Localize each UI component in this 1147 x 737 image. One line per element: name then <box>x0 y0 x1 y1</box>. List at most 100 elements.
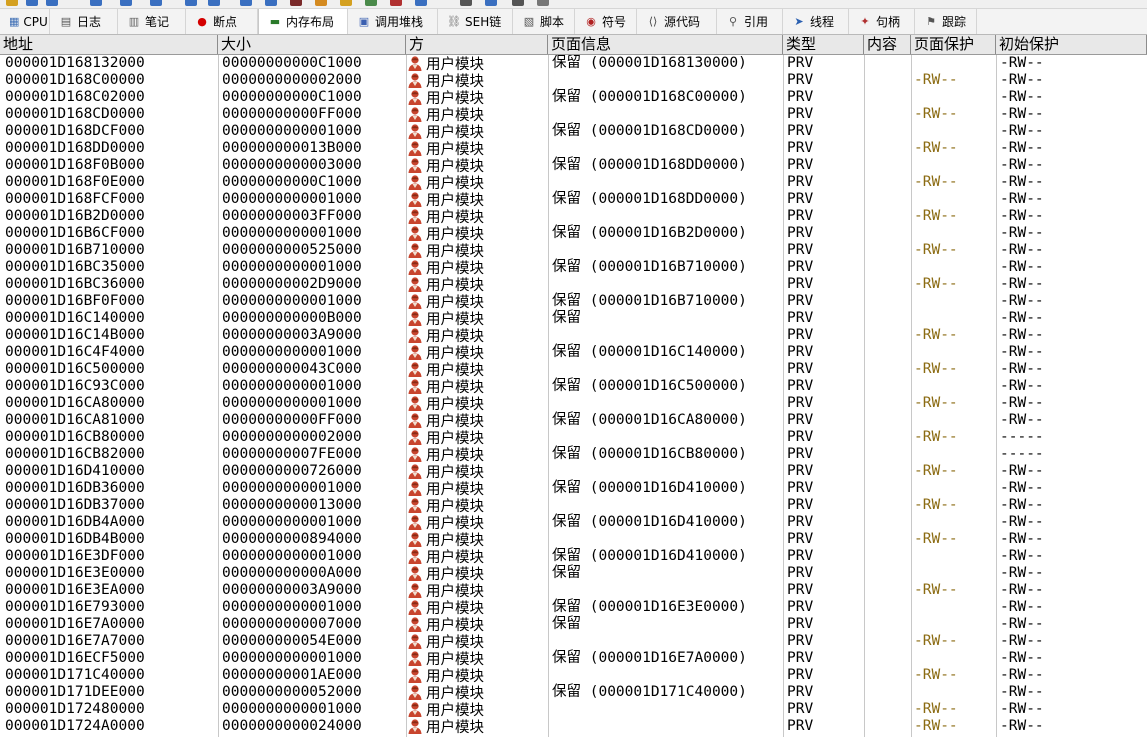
module-cell: 用户模块 <box>407 548 484 566</box>
page-info-cell: 保留 (000001D16C140000) <box>552 344 747 360</box>
table-row[interactable]: 000001D168C02000 00000000000C1000 用户模块 保留 (… <box>0 89 1147 107</box>
table-row[interactable]: 000001D16CB80000 0000000000002000 用户模块 PRV -… <box>0 429 1147 447</box>
table-row[interactable]: 000001D16E3E0000 000000000000A000 用户模块 保留 PR… <box>0 565 1147 583</box>
table-row[interactable]: 000001D168CD0000 00000000000FF000 用户模块 PRV -… <box>0 106 1147 124</box>
tab-source[interactable]: ⟨⟩ 源代码 <box>637 9 717 34</box>
table-row[interactable]: 000001D16BC36000 00000000002D9000 用户模块 PRV -… <box>0 276 1147 294</box>
toolbar-icon[interactable] <box>150 0 162 6</box>
toolbar-icon[interactable] <box>240 0 252 6</box>
tab-script[interactable]: ▧ 脚本 <box>513 9 575 34</box>
tab-log[interactable]: ▤ 日志 <box>50 9 118 34</box>
table-row[interactable]: 000001D16C500000 000000000043C000 用户模块 PRV -… <box>0 361 1147 379</box>
tab-memory-map[interactable]: ▬ 内存布局 <box>258 9 348 34</box>
toolbar-icon[interactable] <box>120 0 132 6</box>
table-row[interactable]: 000001D16B2D0000 00000000003FF000 用户模块 PRV -… <box>0 208 1147 226</box>
table-row[interactable]: 000001D16BC35000 0000000000001000 用户模块 保留 (… <box>0 259 1147 277</box>
toolbar-icon[interactable] <box>265 0 277 6</box>
page-info-cell: 保留 (000001D168C00000) <box>552 89 747 105</box>
page-protect-cell: -RW-- <box>914 208 958 224</box>
toolbar-icon[interactable] <box>46 0 58 6</box>
initial-protect-cell: -RW-- <box>1000 531 1044 547</box>
tab-cpu[interactable]: ▦ CPU <box>0 9 50 34</box>
toolbar-icon[interactable] <box>290 0 302 6</box>
table-row[interactable]: 000001D16B710000 0000000000525000 用户模块 PRV -… <box>0 242 1147 260</box>
tab-breakpoint[interactable]: ● 断点 <box>186 9 258 34</box>
toolbar-icon[interactable] <box>460 0 472 6</box>
table-row[interactable]: 000001D16E3EA000 00000000003A9000 用户模块 PRV -… <box>0 582 1147 600</box>
toolbar-icon[interactable] <box>185 0 197 6</box>
table-row[interactable]: 000001D16C4F4000 0000000000001000 用户模块 保留 (… <box>0 344 1147 362</box>
table-row[interactable]: 000001D16DB37000 0000000000013000 用户模块 PRV -… <box>0 497 1147 515</box>
memory-map-table[interactable]: 000001D168132000 00000000000C1000 用户模块 保留 (… <box>0 55 1147 737</box>
table-row[interactable]: 000001D16E7A7000 000000000054E000 用户模块 PRV -… <box>0 633 1147 651</box>
module-cell: 用户模块 <box>407 191 484 209</box>
table-row[interactable]: 000001D16B6CF000 0000000000001000 用户模块 保留 (… <box>0 225 1147 243</box>
column-header-cell[interactable]: 页面保护 <box>911 35 996 54</box>
address-cell: 000001D16E793000 <box>5 599 145 615</box>
table-row[interactable]: 000001D16E793000 0000000000001000 用户模块 保留 (… <box>0 599 1147 617</box>
address-cell: 000001D16BF0F000 <box>5 293 145 309</box>
tab-trace[interactable]: ⚑ 跟踪 <box>915 9 977 34</box>
tab-callstack[interactable]: ▣ 调用堆栈 <box>348 9 438 34</box>
module-cell: 用户模块 <box>407 599 484 617</box>
column-header-cell[interactable]: 大小 <box>218 35 406 54</box>
table-row[interactable]: 000001D16C14B000 00000000003A9000 用户模块 PRV -… <box>0 327 1147 345</box>
column-header-cell[interactable]: 地址 <box>0 35 218 54</box>
table-row[interactable]: 000001D16DB36000 0000000000001000 用户模块 保留 (… <box>0 480 1147 498</box>
toolbar-icon[interactable] <box>415 0 427 6</box>
tab-handles[interactable]: ✦ 句柄 <box>849 9 915 34</box>
column-header-cell[interactable]: 内容 <box>864 35 911 54</box>
table-row[interactable]: 000001D168DD0000 000000000013B000 用户模块 PRV -… <box>0 140 1147 158</box>
toolbar-icon[interactable] <box>485 0 497 6</box>
toolbar-icon[interactable] <box>390 0 402 6</box>
toolbar-icon[interactable] <box>537 0 549 6</box>
module-cell: 用户模块 <box>407 361 484 379</box>
table-row[interactable]: 000001D16E3DF000 0000000000001000 用户模块 保留 (… <box>0 548 1147 566</box>
column-header-cell[interactable]: 方 <box>406 35 548 54</box>
table-row[interactable]: 000001D168132000 00000000000C1000 用户模块 保留 (… <box>0 55 1147 73</box>
tab-references[interactable]: ⚲ 引用 <box>717 9 783 34</box>
table-row[interactable]: 000001D168FCF000 0000000000001000 用户模块 保留 (… <box>0 191 1147 209</box>
toolbar-icon[interactable] <box>26 0 38 6</box>
table-row[interactable]: 000001D171DEE000 0000000000052000 用户模块 保留 (… <box>0 684 1147 702</box>
toolbar-icon[interactable] <box>340 0 352 6</box>
table-row[interactable]: 000001D16E7A0000 0000000000007000 用户模块 保留 PR… <box>0 616 1147 634</box>
type-cell: PRV <box>787 157 814 173</box>
table-row[interactable]: 000001D1724A0000 0000000000024000 用户模块 PRV -… <box>0 718 1147 736</box>
size-cell: 0000000000007000 <box>222 616 362 632</box>
callstack-icon: ▣ <box>358 14 370 28</box>
table-row[interactable]: 000001D16DB4A000 0000000000001000 用户模块 保留 (… <box>0 514 1147 532</box>
toolbar-icon[interactable] <box>6 0 18 6</box>
column-header-cell[interactable]: 类型 <box>783 35 864 54</box>
table-row[interactable]: 000001D168F0E000 00000000000C1000 用户模块 PRV -… <box>0 174 1147 192</box>
page-info-cell: 保留 (000001D168130000) <box>552 55 747 71</box>
table-row[interactable]: 000001D16C93C000 0000000000001000 用户模块 保留 (… <box>0 378 1147 396</box>
column-header-cell[interactable]: 初始保护 <box>996 35 1147 54</box>
table-row[interactable]: 000001D16D410000 0000000000726000 用户模块 PRV -… <box>0 463 1147 481</box>
toolbar-icon[interactable] <box>208 0 220 6</box>
table-row[interactable]: 000001D16CA80000 0000000000001000 用户模块 PRV -… <box>0 395 1147 413</box>
table-row[interactable]: 000001D171C40000 00000000001AE000 用户模块 PRV -… <box>0 667 1147 685</box>
column-header-cell[interactable]: 页面信息 <box>548 35 783 54</box>
toolbar-icon[interactable] <box>365 0 377 6</box>
type-cell: PRV <box>787 225 814 241</box>
table-row[interactable]: 000001D16ECF5000 0000000000001000 用户模块 保留 (… <box>0 650 1147 668</box>
tab-symbol[interactable]: ◉ 符号 <box>575 9 637 34</box>
table-row[interactable]: 000001D16BF0F000 0000000000001000 用户模块 保留 (… <box>0 293 1147 311</box>
table-row[interactable]: 000001D16CA81000 00000000000FF000 用户模块 保留 (… <box>0 412 1147 430</box>
table-row[interactable]: 000001D172480000 0000000000001000 用户模块 PRV -… <box>0 701 1147 719</box>
table-row[interactable]: 000001D168C00000 0000000000002000 用户模块 PRV -… <box>0 72 1147 90</box>
table-row[interactable]: 000001D168DCF000 0000000000001000 用户模块 保留 (… <box>0 123 1147 141</box>
tab-notes[interactable]: ▥ 笔记 <box>118 9 186 34</box>
toolbar-icon[interactable] <box>512 0 524 6</box>
page-info-cell: 保留 (000001D16CA80000) <box>552 412 747 428</box>
table-row[interactable]: 000001D16DB4B000 0000000000894000 用户模块 PRV -… <box>0 531 1147 549</box>
table-row[interactable]: 000001D16C140000 000000000000B000 用户模块 保留 PR… <box>0 310 1147 328</box>
toolbar-icon[interactable] <box>315 0 327 6</box>
tab-seh[interactable]: ⛓ SEH链 <box>438 9 513 34</box>
tab-threads[interactable]: ➤ 线程 <box>783 9 849 34</box>
toolbar-icon[interactable] <box>90 0 102 6</box>
table-row[interactable]: 000001D16CB82000 00000000007FE000 用户模块 保留 (… <box>0 446 1147 464</box>
table-row[interactable]: 000001D168F0B000 0000000000003000 用户模块 保留 (… <box>0 157 1147 175</box>
initial-protect-cell: -RW-- <box>1000 344 1044 360</box>
